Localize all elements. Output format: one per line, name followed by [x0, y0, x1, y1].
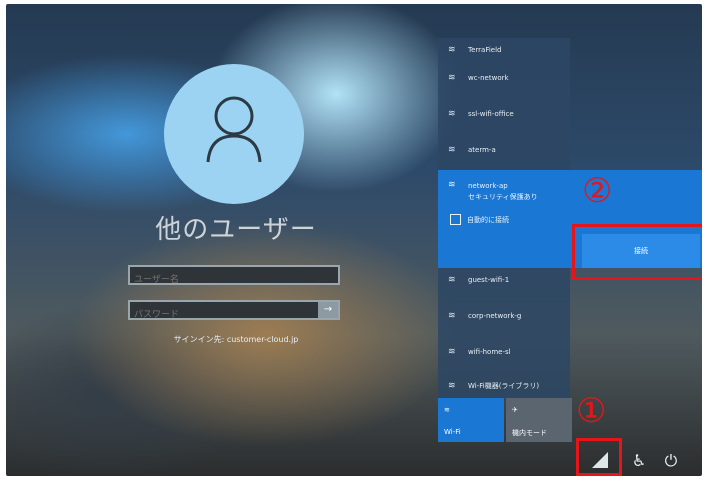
username-input[interactable]	[130, 272, 338, 288]
sign-in-destination: サインイン先: customer-cloud.jp	[173, 335, 299, 344]
network-list-item[interactable]: ≋ aterm-a	[438, 138, 570, 162]
password-input[interactable]	[130, 307, 320, 323]
airplane-mode-tile[interactable]: ✈ 機内モード	[506, 398, 572, 442]
network-list-item[interactable]: ≋ Wi-Fi機器(ライブラリ)	[438, 374, 570, 398]
wifi-icon: ≋	[448, 347, 456, 357]
power-icon[interactable]: ⏻	[658, 450, 684, 472]
network-name: wc-network	[468, 74, 509, 82]
network-list-item[interactable]: ≋ guest-wifi-1	[438, 268, 570, 292]
password-field-wrapper: →	[128, 300, 340, 323]
selected-network-name: network-ap	[468, 182, 508, 190]
auto-connect-label: 自動的に接続	[467, 215, 509, 224]
wifi-icon: ≋	[448, 73, 456, 83]
airplane-icon: ✈	[512, 406, 518, 414]
wifi-icon: ≋	[448, 275, 456, 285]
network-name: Wi-Fi機器(ライブラリ)	[468, 382, 540, 390]
network-name: guest-wifi-1	[468, 276, 510, 284]
wifi-toggle-tile[interactable]: ≋ Wi-Fi	[438, 398, 504, 442]
checkbox-icon	[450, 214, 461, 225]
network-name: ssl-wifi-office	[468, 110, 514, 118]
step-marker-1: ①	[576, 391, 607, 431]
network-name: corp-network-g	[468, 312, 522, 320]
wifi-icon: ≋	[448, 45, 456, 55]
user-avatar	[164, 64, 304, 204]
wifi-icon: ≋	[448, 109, 456, 119]
highlight-network	[576, 438, 622, 476]
auto-connect-checkbox[interactable]: 自動的に接続	[450, 214, 509, 225]
wifi-icon: ≋	[448, 145, 456, 155]
wifi-icon: ≋	[448, 381, 456, 391]
wifi-icon: ≋	[448, 311, 456, 321]
network-list-item[interactable]: ≋ wifi-home-sl	[438, 340, 570, 364]
selected-network-status: セキュリティ保護あり	[468, 193, 538, 201]
step-marker-2: ②	[582, 171, 613, 211]
submit-arrow-button[interactable]: →	[318, 302, 338, 318]
airplane-tile-label: 機内モード	[512, 429, 547, 437]
network-list-item[interactable]: ≋ wc-network	[438, 66, 570, 90]
network-name: TerraField	[468, 46, 502, 54]
network-name: aterm-a	[468, 146, 496, 154]
wifi-icon: ≋	[444, 406, 450, 414]
network-list-item[interactable]: ≋ ssl-wifi-office	[438, 102, 570, 126]
network-list-item[interactable]: ≋ TerraField	[438, 38, 570, 62]
username-label: 他のユーザー	[155, 215, 317, 245]
network-name: wifi-home-sl	[468, 348, 511, 356]
network-list-item[interactable]: ≋ corp-network-g	[438, 304, 570, 328]
wifi-tile-label: Wi-Fi	[444, 428, 461, 436]
ease-of-access-icon[interactable]: ♿	[626, 450, 652, 472]
lock-screen-background: 他のユーザー → サインイン先: customer-cloud.jp ≋ Ter…	[6, 4, 702, 476]
username-field-wrapper	[128, 265, 340, 288]
highlight-connect	[572, 224, 702, 280]
user-icon	[206, 96, 262, 163]
wifi-icon: ≋	[448, 180, 456, 190]
